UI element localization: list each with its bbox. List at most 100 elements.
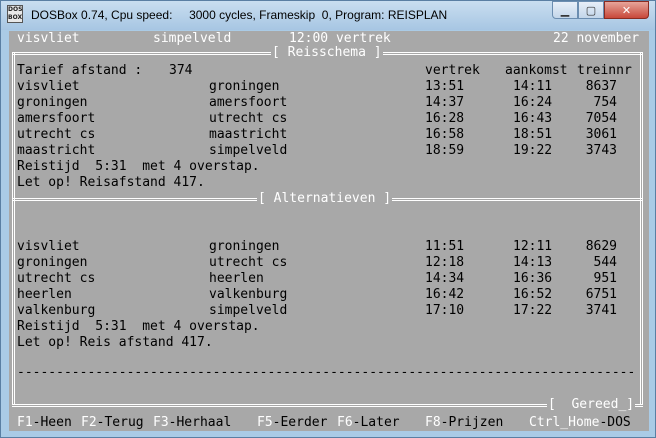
col-treinnr: treinnr [577, 63, 632, 78]
row-to: groningen [209, 239, 280, 254]
schema-reistijd: Reistijd 5:31 met 4 overstap. [9, 159, 649, 175]
row-from: heerlen [17, 287, 72, 302]
row-train-number: 754 [593, 95, 617, 110]
row-train-number: 8637 [585, 79, 617, 94]
minimize-button[interactable]: ▁ [552, 1, 578, 19]
row-from: visvliet [17, 79, 80, 94]
window-controls: ▁ ▢ ✕ [552, 1, 649, 21]
dosbox-app-icon[interactable]: DOS BOX [7, 5, 23, 23]
alt-row: groningen utrecht cs 12:18 14:13 544 [9, 255, 649, 271]
header-from: visvliet [17, 31, 80, 46]
reistijd-text: Reistijd 5:31 met 4 overstap. [17, 319, 260, 334]
fkey-f2[interactable]: F2-Terug [81, 415, 144, 431]
row-train-number: 8629 [585, 239, 617, 254]
alt-row: valkenburg simpelveld 17:10 17:22 3741 [9, 303, 649, 319]
row-train-number: 3743 [585, 143, 617, 158]
row-to: groningen [209, 79, 280, 94]
row-to: utrecht cs [209, 111, 288, 126]
schema-note: Let op! Reisafstand 417. [9, 175, 649, 191]
afstand-note: Let op! Reis afstand 417. [17, 335, 213, 350]
minimize-icon: ▁ [560, 3, 570, 17]
row-train-number: 951 [593, 271, 617, 286]
row-departure: 16:58 [425, 127, 465, 142]
alt-row: utrecht cs heerlen 14:34 16:36 951 [9, 271, 649, 287]
alt-row: visvliet groningen 11:51 12:11 8629 [9, 239, 649, 255]
header-date: 22 november [553, 31, 640, 46]
row-from: groningen [17, 255, 88, 270]
fkey-ctrl-home[interactable]: Ctrl_Home-DOS [529, 415, 631, 431]
row-from: maastricht [17, 143, 96, 158]
reistijd-text: Reistijd 5:31 met 4 overstap. [17, 159, 260, 174]
row-arrival: 14:13 [513, 255, 553, 270]
reisschema-title: [ Reisschema ] [271, 45, 383, 61]
schema-row: groningen amersfoort 14:37 16:24 754 [9, 95, 649, 111]
close-button[interactable]: ✕ [604, 1, 649, 19]
fkey-label: -DOS [599, 415, 631, 430]
row-from: visvliet [17, 239, 80, 254]
row-train-number: 6751 [585, 287, 617, 302]
col-vertrek: vertrek [425, 63, 480, 78]
row-from: valkenburg [17, 303, 96, 318]
row-departure: 14:34 [425, 271, 465, 286]
row-departure: 13:51 [425, 79, 465, 94]
fkey-label: -Terug [96, 415, 144, 430]
row-departure: 12:18 [425, 255, 465, 270]
afstand-note: Let op! Reisafstand 417. [17, 175, 205, 190]
fkey-key: F1 [17, 415, 33, 430]
close-icon: ✕ [621, 3, 632, 17]
maximize-icon: ▢ [585, 3, 597, 17]
window-title: DOSBox 0.74, Cpu speed: 3000 cycles, Fra… [31, 8, 448, 22]
row-to: heerlen [209, 271, 264, 286]
fkey-f1[interactable]: F1-Heen [17, 415, 72, 431]
row-to: simpelveld [209, 143, 288, 158]
row-from: amersfoort [17, 111, 96, 126]
row-to: amersfoort [209, 95, 288, 110]
row-arrival: 16:36 [513, 271, 553, 286]
schema-row: amersfoort utrecht cs 16:28 16:43 7054 [9, 111, 649, 127]
fkey-f5[interactable]: F5-Eerder [257, 415, 327, 431]
title-bar[interactable]: DOS BOX DOSBox 0.74, Cpu speed: 3000 cyc… [1, 1, 655, 30]
row-to: valkenburg [209, 287, 288, 302]
fkey-label: -Later [352, 415, 400, 430]
row-to: maastricht [209, 127, 288, 142]
dashed-separator: ----------------------------------------… [17, 365, 633, 380]
row-arrival: 12:11 [513, 239, 553, 254]
fkey-f6[interactable]: F6-Later [337, 415, 400, 431]
row-arrival: 16:24 [513, 95, 553, 110]
dos-screen[interactable]: visvliet simpelveld 12:00 vertrek 22 nov… [9, 31, 649, 431]
fkey-key: F3 [153, 415, 169, 430]
fkey-key: Ctrl_Home [529, 415, 600, 430]
row-train-number: 3741 [585, 303, 617, 318]
tarief-label: Tarief afstand : [17, 63, 143, 78]
fkey-key: F8 [425, 415, 441, 430]
alt-note: Let op! Reis afstand 417. [9, 335, 649, 351]
row-arrival: 19:22 [513, 143, 553, 158]
fkey-key: F2 [81, 415, 97, 430]
row-departure: 16:28 [425, 111, 465, 126]
schema-row: maastricht simpelveld 18:59 19:22 3743 [9, 143, 649, 159]
function-key-bar: F1-Heen F2-Terug F3-Herhaal F5-Eerder F6… [9, 415, 649, 431]
schema-row: utrecht cs maastricht 16:58 18:51 3061 [9, 127, 649, 143]
row-departure: 17:10 [425, 303, 465, 318]
row-from: groningen [17, 95, 88, 110]
fkey-f8[interactable]: F8-Prijzen [425, 415, 503, 431]
alt-reistijd: Reistijd 5:31 met 4 overstap. [9, 319, 649, 335]
dosbox-window: DOS BOX DOSBox 0.74, Cpu speed: 3000 cyc… [0, 0, 656, 438]
row-train-number: 544 [593, 255, 617, 270]
row-departure: 14:37 [425, 95, 465, 110]
row-arrival: 18:51 [513, 127, 553, 142]
row-arrival: 16:52 [513, 287, 553, 302]
fkey-key: F5 [257, 415, 273, 430]
fkey-f3[interactable]: F3-Herhaal [153, 415, 231, 431]
fkey-label: -Eerder [272, 415, 328, 430]
row-from: utrecht cs [17, 127, 96, 142]
row-to: simpelveld [209, 303, 288, 318]
row-to: utrecht cs [209, 255, 288, 270]
row-arrival: 17:22 [513, 303, 553, 318]
fkey-label: -Prijzen [440, 415, 504, 430]
row-train-number: 3061 [585, 127, 617, 142]
col-aankomst: aankomst [505, 63, 568, 78]
maximize-button[interactable]: ▢ [578, 1, 604, 19]
schema-header-row: Tarief afstand : 374 vertrek aankomst tr… [9, 63, 649, 79]
row-train-number: 7054 [585, 111, 617, 126]
